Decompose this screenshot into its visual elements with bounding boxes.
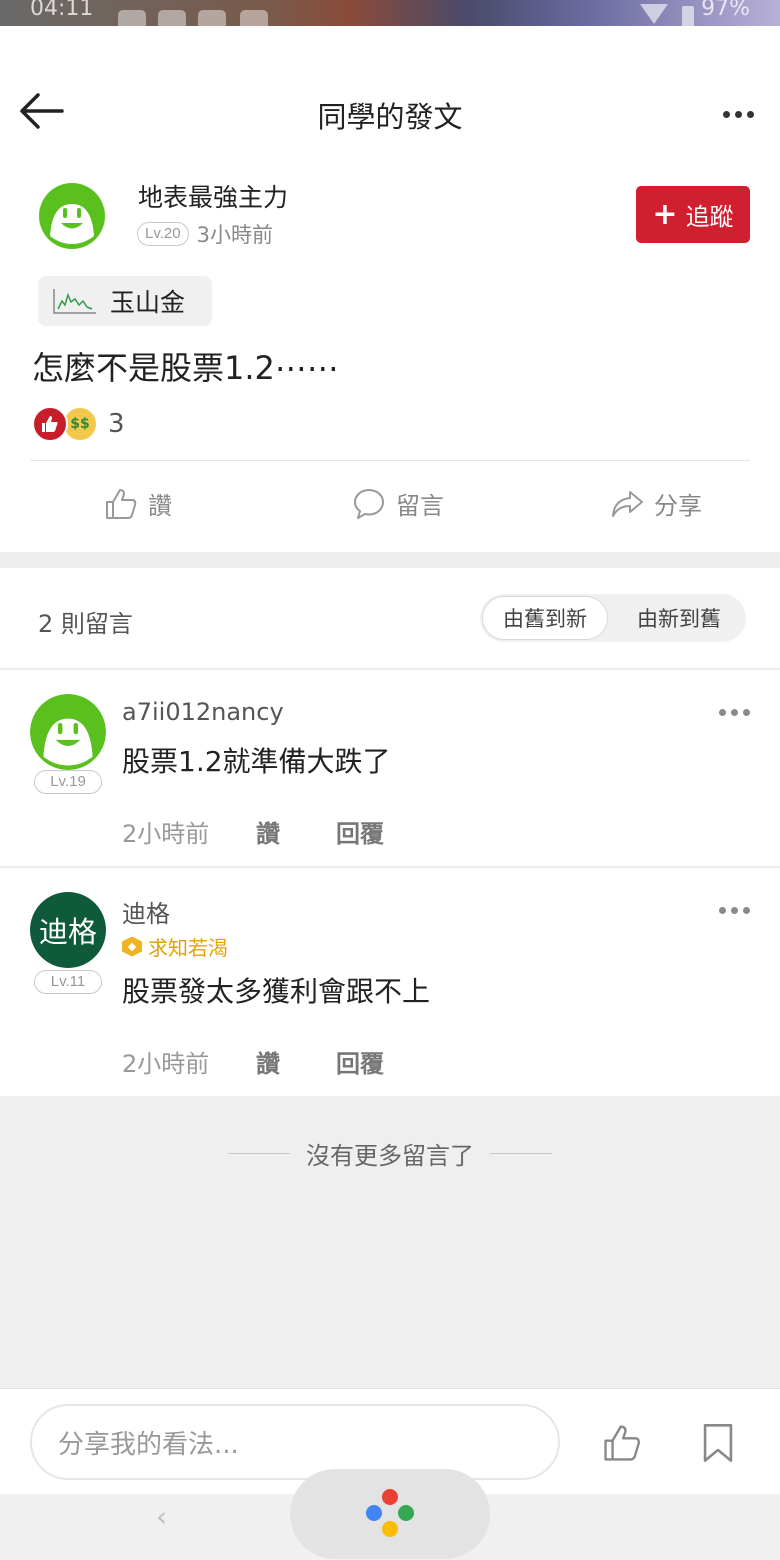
follow-button[interactable]: + 追蹤: [636, 186, 750, 243]
reaction-summary[interactable]: $$ 3: [32, 406, 125, 442]
status-bar: 04:11 97%: [0, 0, 780, 26]
comment-button[interactable]: 留言: [352, 486, 444, 521]
battery-icon: [682, 6, 694, 26]
level-badge: Lv.11: [34, 970, 102, 994]
comment-username[interactable]: a7ii012nancy: [122, 698, 284, 726]
chat-bubble-icon: [354, 488, 384, 519]
divider: [30, 460, 750, 461]
author-avatar[interactable]: [38, 182, 106, 250]
section-separator: [0, 552, 780, 568]
assistant-dot-icon: [366, 1505, 382, 1521]
stock-tag-label: 玉山金: [110, 288, 186, 317]
stock-tag-chip[interactable]: 玉山金: [38, 276, 212, 326]
youtube-notification-icon: [118, 10, 146, 26]
top-app-bar: 同學的發文: [0, 26, 780, 176]
user-title-label: 求知若渴: [148, 936, 228, 960]
comment-footer: 2小時前 讚 回覆: [122, 814, 384, 849]
share-label: 分享: [654, 492, 702, 520]
system-navigation-bar: ‹: [0, 1469, 780, 1560]
comment-reply-button[interactable]: 回覆: [336, 814, 384, 849]
smiley-avatar-icon: [39, 183, 105, 249]
comment-input[interactable]: 分享我的看法...: [30, 1404, 560, 1480]
comment-avatar[interactable]: 迪格: [30, 892, 106, 968]
follow-label: 追蹤: [685, 203, 734, 231]
like-label: 讚: [148, 492, 172, 520]
more-dots-icon: [716, 900, 752, 920]
author-name[interactable]: 地表最強主力: [138, 178, 288, 214]
comment-username[interactable]: 迪格: [122, 894, 170, 929]
comment-footer: 2小時前 讚 回覆: [122, 1044, 384, 1079]
comment-time: 2小時前: [122, 820, 210, 848]
sort-oldest-first[interactable]: 由舊到新: [482, 596, 608, 640]
assistant-dot-icon: [398, 1505, 414, 1521]
plus-icon: +: [652, 196, 678, 232]
more-dots-icon: [718, 104, 758, 124]
comment-label: 留言: [396, 492, 444, 520]
comment-text: 股票1.2就準備大跌了: [122, 745, 391, 778]
level-badge: Lv.19: [34, 770, 102, 794]
comment-like-button[interactable]: 讚: [256, 1044, 336, 1079]
sort-newest-first[interactable]: 由新到舊: [612, 594, 746, 642]
no-more-label: 沒有更多留言了: [306, 1142, 474, 1170]
level-badge: Lv.20: [137, 222, 189, 246]
comment-more-button[interactable]: [716, 702, 752, 722]
no-more-comments: 沒有更多留言了: [0, 1136, 780, 1171]
wifi-icon: [640, 4, 668, 24]
nav-back-icon[interactable]: ‹: [156, 1500, 167, 1533]
comment-time: 2小時前: [122, 1050, 210, 1078]
comment-text: 股票發太多獲利會跟不上: [122, 975, 431, 1008]
comment-item: 迪格 Lv.11 迪格 求知若渴 股票發太多獲利會跟不上 2小時前 讚 回覆: [0, 868, 780, 1096]
stock-chart-icon: [53, 289, 96, 314]
comment-avatar[interactable]: [30, 694, 106, 770]
divider-line: [228, 1153, 290, 1154]
share-arrow-icon: [612, 490, 643, 517]
comment-input-placeholder: 分享我的看法...: [58, 1429, 239, 1460]
reaction-count: 3: [108, 409, 125, 439]
hexagon-badge-icon: [122, 936, 142, 957]
youtube-notification-icon: [240, 10, 268, 26]
more-options-button[interactable]: [718, 104, 758, 124]
battery-level: 97%: [701, 0, 750, 21]
thumbs-up-icon: [604, 1425, 640, 1461]
thumbs-up-icon: [106, 488, 137, 519]
assistant-dot-icon: [382, 1489, 398, 1505]
thumbs-up-reaction-icon: [32, 406, 68, 442]
assistant-dot-icon: [382, 1521, 398, 1537]
comment-more-button[interactable]: [716, 900, 752, 920]
author-meta: Lv.20 3小時前: [137, 219, 273, 249]
bottom-like-button[interactable]: [602, 1423, 642, 1463]
post-action-bar: 讚 留言 分享: [0, 480, 780, 538]
share-button[interactable]: 分享: [610, 486, 702, 521]
comment-item: Lv.19 a7ii012nancy 股票1.2就準備大跌了 2小時前 讚 回覆: [0, 670, 780, 866]
divider-line: [490, 1153, 552, 1154]
comments-count: 2 則留言: [38, 610, 133, 638]
bookmark-button[interactable]: [700, 1423, 736, 1463]
user-title-badge: 求知若渴: [122, 932, 228, 961]
comment-reply-button[interactable]: 回覆: [336, 1044, 384, 1079]
youtube-notification-icon: [158, 10, 186, 26]
home-pill-button[interactable]: [290, 1469, 490, 1559]
status-time: 04:11: [30, 0, 94, 21]
post-time: 3小時前: [196, 223, 273, 247]
page-title: 同學的發文: [317, 100, 463, 134]
like-button[interactable]: 讚: [104, 486, 172, 521]
avatar-initials: 迪格: [38, 915, 97, 949]
bookmark-icon: [703, 1424, 733, 1462]
youtube-notification-icon: [198, 10, 226, 26]
more-dots-icon: [716, 702, 752, 722]
post-content: 怎麼不是股票1.2⋯⋯: [32, 349, 339, 387]
sort-toggle: 由舊到新 由新到舊: [480, 594, 746, 642]
smiley-avatar-icon: [30, 694, 106, 770]
comment-like-button[interactable]: 讚: [256, 814, 336, 849]
